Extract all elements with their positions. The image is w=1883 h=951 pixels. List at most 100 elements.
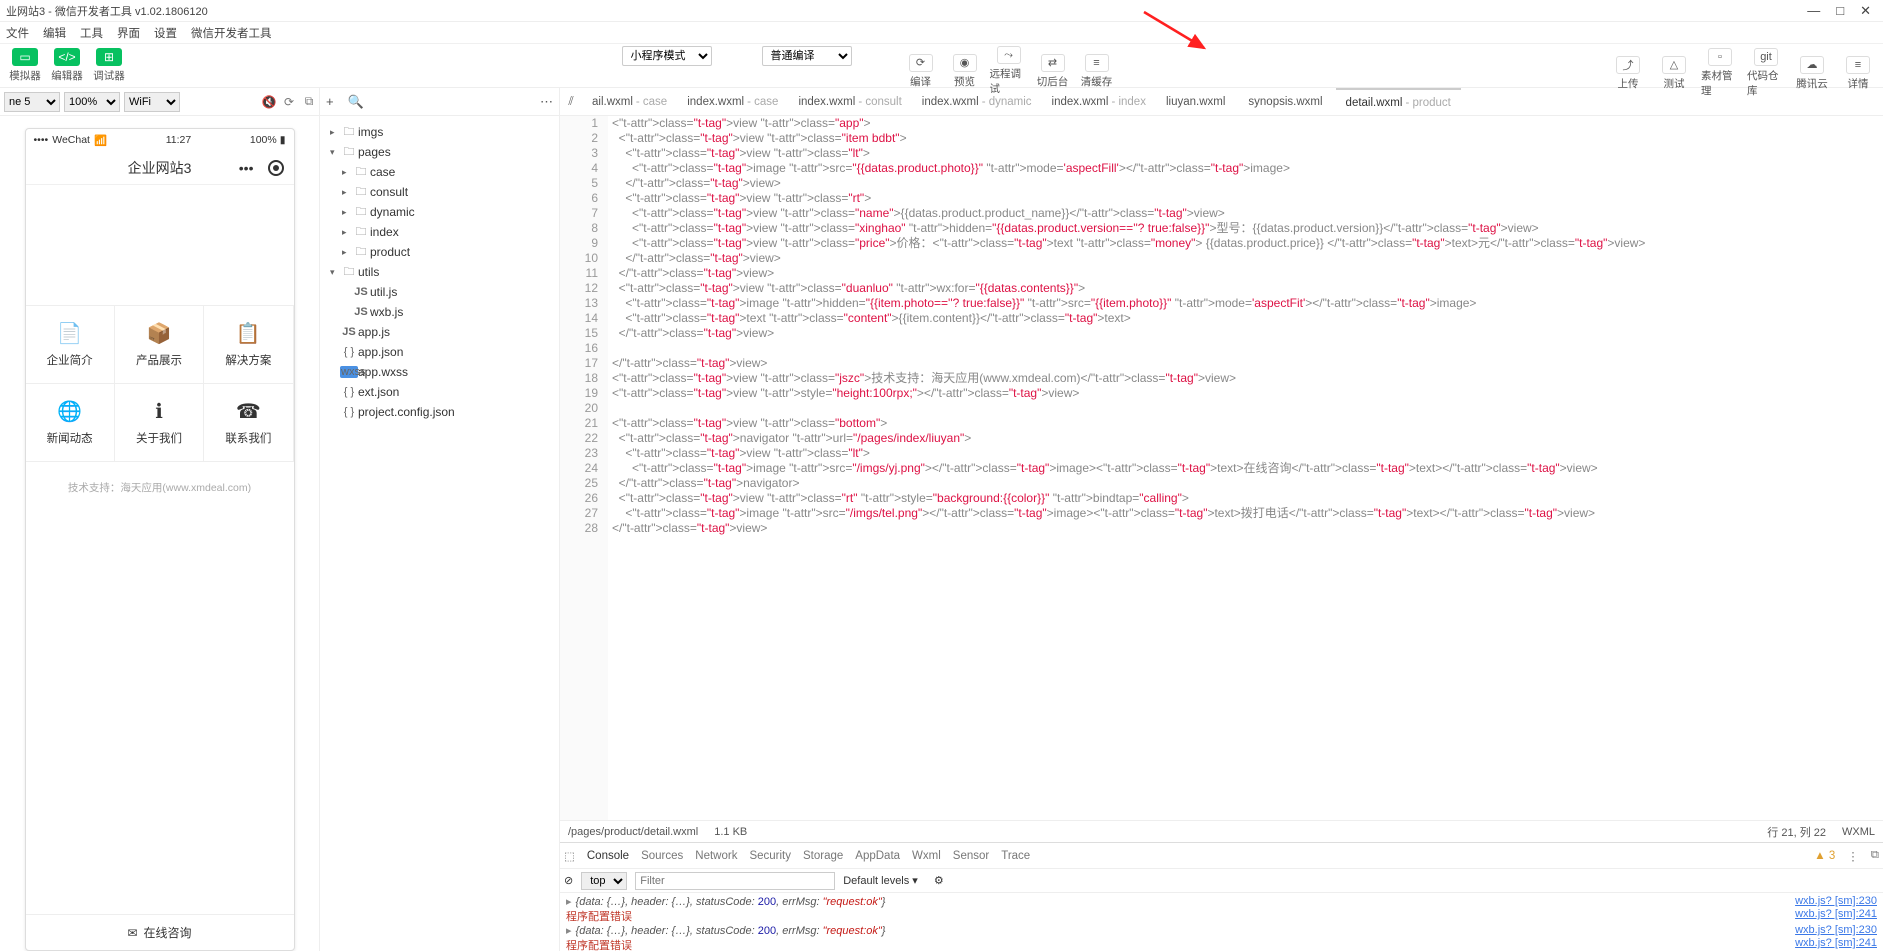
caret-icon: ▸	[330, 127, 340, 138]
grid-item[interactable]: ☎联系我们	[204, 384, 293, 462]
simulator-button[interactable]: ▭模拟器	[6, 48, 44, 83]
editor-tab[interactable]: index.wxml- index	[1042, 88, 1156, 116]
tree-item[interactable]: ▸🗀index	[320, 222, 559, 242]
inspect-icon[interactable]: ⬚	[564, 849, 575, 863]
grid-item[interactable]: 📦 产品展示	[115, 306, 204, 384]
tab-appdata[interactable]: AppData	[855, 850, 900, 862]
tab-console[interactable]: Console	[587, 850, 629, 862]
devtools-dock-icon[interactable]: ⧉	[1871, 849, 1879, 862]
tab-storage[interactable]: Storage	[803, 850, 843, 862]
tab-trace[interactable]: Trace	[1001, 850, 1030, 862]
grid-item[interactable]: 📄企业简介	[26, 306, 115, 384]
git-icon: git	[1754, 48, 1778, 66]
maximize-icon[interactable]: □	[1836, 3, 1844, 19]
caret-icon: ▸	[342, 167, 352, 178]
mode-select[interactable]: 小程序模式	[622, 46, 712, 66]
menu-setting[interactable]: 设置	[154, 25, 177, 41]
menu-tool[interactable]: 工具	[80, 25, 103, 41]
menu-wechat[interactable]: 微信开发者工具	[191, 25, 272, 41]
console-output[interactable]: ▸{data: {…}, header: {…}, statusCode: 20…	[560, 893, 1883, 951]
phone-nav: 企业网站3 •••	[26, 151, 294, 185]
footer-note: 技术支持：海天应用(www.xmdeal.com)	[26, 462, 294, 513]
search-icon[interactable]: 🔍	[348, 94, 364, 110]
console-source-link[interactable]: wxb.js? [sm]:241	[1795, 908, 1877, 924]
tree-item[interactable]: ▸🗀product	[320, 242, 559, 262]
remote-icon: ⤳	[997, 46, 1021, 64]
tree-item[interactable]: { }project.config.json	[320, 402, 559, 422]
tree-item[interactable]: JSapp.js	[320, 322, 559, 342]
tree-item[interactable]: ▸🗀consult	[320, 182, 559, 202]
titlebar: 业网站3 - 微信开发者工具 v1.02.1806120 ― □ ✕	[0, 0, 1883, 22]
grid-item[interactable]: ℹ关于我们	[115, 384, 204, 462]
debugger-button[interactable]: ⊞调试器	[90, 48, 128, 83]
tab-sources[interactable]: Sources	[641, 850, 683, 862]
device-select[interactable]: ne 5	[4, 92, 60, 112]
filter-input[interactable]	[635, 872, 835, 890]
caret-icon: ▸	[342, 247, 352, 258]
code-content[interactable]: <"t-attr">class="t-tag">view "t-attr">cl…	[608, 116, 1883, 820]
minimize-icon[interactable]: ―	[1807, 3, 1820, 19]
console-source-link[interactable]: wxb.js? [sm]:230	[1795, 895, 1877, 908]
grid-icon: 📦	[147, 321, 172, 346]
network-select[interactable]: WiFi	[124, 92, 180, 112]
console-source-link[interactable]: wxb.js? [sm]:241	[1795, 937, 1877, 951]
grid-label: 产品展示	[136, 352, 182, 368]
settings-icon[interactable]: ⚙	[934, 874, 944, 887]
grid-item[interactable]: 🌐新闻动态	[26, 384, 115, 462]
tree-item[interactable]: wxssapp.wxss	[320, 362, 559, 382]
split-icon[interactable]: ⫽	[560, 94, 582, 109]
editor-button[interactable]: </>编辑器	[48, 48, 86, 83]
rotate-icon[interactable]: ⟳	[279, 95, 299, 109]
code-editor[interactable]: 1234567891011121314151617181920212223242…	[560, 116, 1883, 820]
tab-strip: ail.wxml- caseindex.wxml- caseindex.wxml…	[582, 88, 1883, 116]
console-source-link[interactable]: wxb.js? [sm]:230	[1795, 924, 1877, 937]
tab-sensor[interactable]: Sensor	[953, 850, 989, 862]
tree-item[interactable]: ▸🗀imgs	[320, 122, 559, 142]
editor-tab[interactable]: index.wxml- consult	[788, 88, 911, 116]
tab-name: index.wxml	[1052, 96, 1109, 108]
close-circle-icon[interactable]	[268, 160, 284, 176]
grid-item[interactable]: 📋解决方案	[204, 306, 293, 384]
grid-icon: 📋	[236, 321, 261, 346]
editor-tab[interactable]: index.wxml- dynamic	[912, 88, 1042, 116]
grid-icon: ℹ	[155, 399, 163, 424]
compile-select[interactable]: 普通编译	[762, 46, 852, 66]
devtools-menu-icon[interactable]: ⋮	[1847, 849, 1859, 863]
context-select[interactable]: top	[581, 872, 627, 890]
mute-icon[interactable]: 🔇	[259, 95, 279, 109]
tree-item[interactable]: { }ext.json	[320, 382, 559, 402]
editor-tab[interactable]: liuyan.wxml	[1156, 88, 1238, 116]
clear-console-icon[interactable]: ⊘	[564, 874, 573, 887]
menu-edit[interactable]: 编辑	[43, 25, 66, 41]
more-icon[interactable]: ⋯	[540, 94, 553, 110]
consult-bar[interactable]: ✉ 在线咨询	[26, 914, 294, 950]
file-path: /pages/product/detail.wxml	[568, 826, 698, 838]
file-name: util.js	[370, 285, 397, 299]
new-file-icon[interactable]: +	[326, 94, 334, 109]
tree-item[interactable]: ▸🗀dynamic	[320, 202, 559, 222]
tab-wxml[interactable]: Wxml	[912, 850, 941, 862]
tree-item[interactable]: { }app.json	[320, 342, 559, 362]
editor-tab[interactable]: ail.wxml- case	[582, 88, 677, 116]
close-icon[interactable]: ✕	[1860, 3, 1871, 19]
upload-icon: ⤴	[1616, 56, 1640, 74]
tree-item[interactable]: JSutil.js	[320, 282, 559, 302]
popup-icon[interactable]: ⧉	[299, 94, 319, 109]
tab-network[interactable]: Network	[695, 850, 737, 862]
editor-tab[interactable]: index.wxml- case	[677, 88, 788, 116]
tree-item[interactable]: ▸🗀case	[320, 162, 559, 182]
tree-item[interactable]: JSwxb.js	[320, 302, 559, 322]
menu-view[interactable]: 界面	[117, 25, 140, 41]
editor-tab[interactable]: synopsis.wxml	[1238, 88, 1335, 116]
tree-item[interactable]: ▾🗀pages	[320, 142, 559, 162]
folder-icon: 🗀	[352, 183, 370, 202]
tree-item[interactable]: ▾🗀utils	[320, 262, 559, 282]
editor-tab[interactable]: detail.wxml- product	[1336, 88, 1461, 116]
tab-security[interactable]: Security	[749, 850, 791, 862]
menu-file[interactable]: 文件	[6, 25, 29, 41]
menu-dots-icon[interactable]: •••	[239, 160, 254, 176]
devtools-tabs: ⬚ Console Sources Network Security Stora…	[560, 843, 1883, 869]
levels-select[interactable]: Default levels ▾	[843, 874, 918, 887]
zoom-select[interactable]: 100%	[64, 92, 120, 112]
warning-badge[interactable]: ▲ 3	[1814, 850, 1835, 862]
